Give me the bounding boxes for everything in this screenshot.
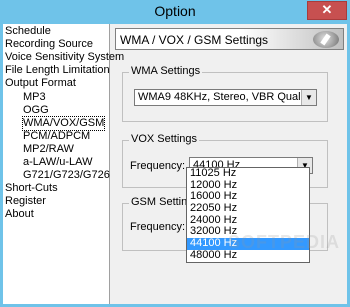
panel-header: WMA / VOX / GSM Settings <box>115 28 344 50</box>
nav-item-mp3[interactable]: MP3 <box>23 91 46 104</box>
nav-item-schedule[interactable]: Schedule <box>5 25 51 38</box>
watermark: SOFTPEDIA <box>228 232 341 252</box>
nav-item-pcm-adpcm[interactable]: PCM/ADPCM <box>23 130 90 143</box>
window-title: Option <box>154 3 196 19</box>
chevron-down-icon[interactable]: ▼ <box>301 90 316 105</box>
wma-settings-group: WMA Settings WMA9 48KHz, Stereo, VBR Qua… <box>122 65 328 122</box>
options-tree[interactable]: Schedule Recording Source Voice Sensitivit… <box>3 24 124 304</box>
nav-item-mp2-raw[interactable]: MP2/RAW <box>23 143 74 156</box>
title-bar[interactable]: Option ✕ <box>0 0 350 24</box>
vox-frequency-label: Frequency: <box>130 160 186 172</box>
nav-item-a-law-u-law[interactable]: a-LAW/u-LAW <box>23 156 92 169</box>
nav-item-recording-source[interactable]: Recording Source <box>5 38 93 51</box>
nav-item-g721-g723-g726[interactable]: G721/G723/G726 <box>23 169 110 182</box>
nav-item-about[interactable]: About <box>5 208 34 221</box>
wma-settings-title: WMA Settings <box>129 65 203 77</box>
logo-icon <box>313 31 339 48</box>
panel-title: WMA / VOX / GSM Settings <box>120 33 269 47</box>
close-button[interactable]: ✕ <box>307 1 347 20</box>
gsm-frequency-label: Frequency: <box>130 221 186 233</box>
vox-settings-title: VOX Settings <box>129 133 200 145</box>
frequency-option[interactable]: 22050 Hz <box>187 202 309 215</box>
nav-item-voice-sensitivity-system[interactable]: Voice Sensitivity System <box>5 51 124 64</box>
wma-format-select[interactable]: WMA9 48KHz, Stereo, VBR Quality 98 ▼ <box>134 89 317 106</box>
nav-item-file-length-limitation[interactable]: File Length Limitation <box>5 64 110 77</box>
option-window: Option ✕ Schedule Recording Source Voice S… <box>0 0 350 307</box>
nav-item-output-format[interactable]: Output Format <box>5 77 76 90</box>
nav-item-wma-vox-gsm[interactable]: WMA/VOX/GSM <box>21 115 106 131</box>
wma-format-value: WMA9 48KHz, Stereo, VBR Quality 98 <box>138 91 317 103</box>
nav-item-ogg[interactable]: OGG <box>23 104 49 117</box>
frequency-option[interactable]: 11025 Hz <box>187 167 309 180</box>
nav-item-register[interactable]: Register <box>5 195 46 208</box>
nav-item-short-cuts[interactable]: Short-Cuts <box>5 182 58 195</box>
